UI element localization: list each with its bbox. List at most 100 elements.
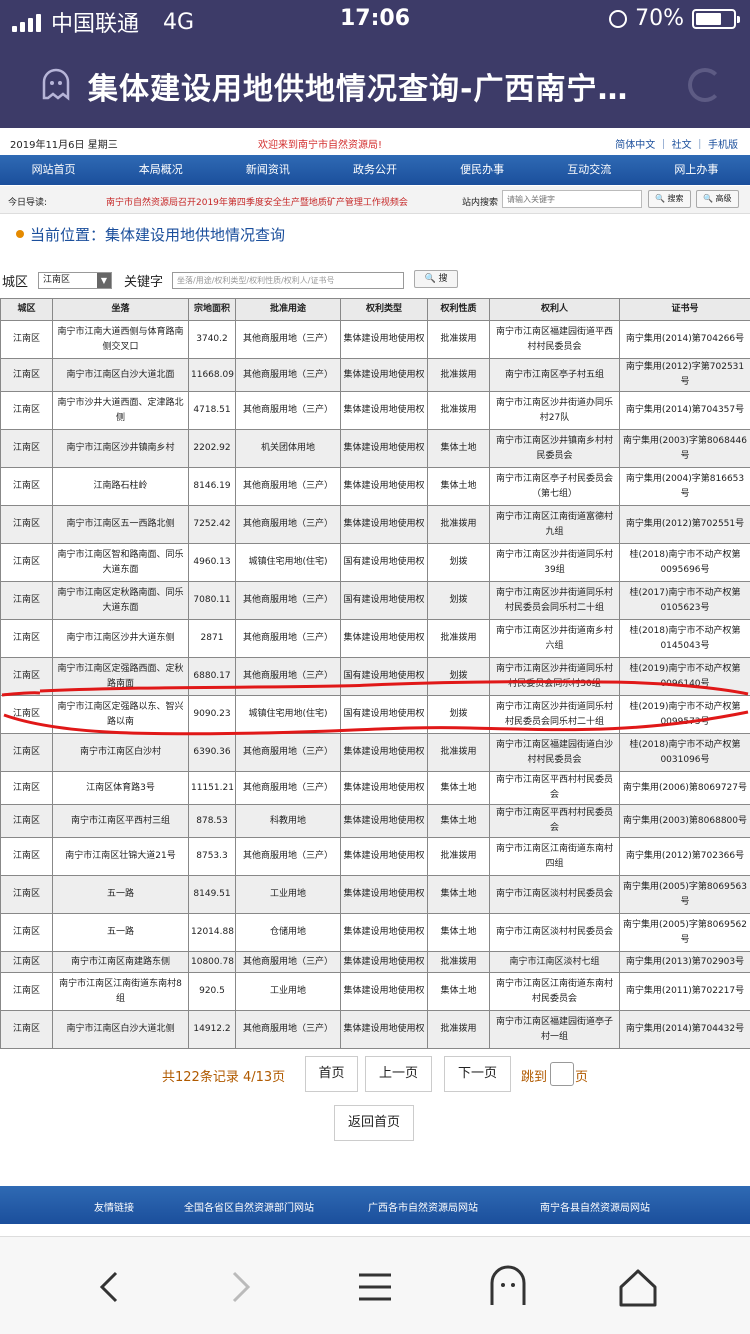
main-nav: 网站首页 本局概况 新闻资讯 政务公开 便民办事 互动交流 网上办事 <box>0 155 750 185</box>
table-row: 江南区 南宁市江南区南建路东侧 10800.78 其他商服用地（三产） 集体建设用地使用… <box>0 951 750 973</box>
first-page-button[interactable]: 首页 <box>305 1056 358 1092</box>
advanced-search-button[interactable]: 🔍 高级 <box>696 190 739 208</box>
table-cell: 南宁市江南区白沙大道北面 <box>52 358 189 392</box>
table-cell: 批准拨用 <box>427 733 490 772</box>
district-selected: 江南区 <box>43 275 71 285</box>
table-cell: 集体土地 <box>427 467 490 506</box>
table-cell: 2202.92 <box>188 429 236 468</box>
table-cell: 南宁集用(2005)字第8069563号 <box>619 875 750 914</box>
footer-link[interactable]: 友情链接 <box>94 1199 134 1214</box>
footer-link[interactable]: 南宁各县自然资源局网站 <box>540 1199 650 1214</box>
table-cell: 其他商服用地（三产） <box>235 505 341 544</box>
table-cell: 南宁市江南区淡村村民委员会 <box>489 913 620 952</box>
welcome-text: 欢迎来到南宁市自然资源局! <box>258 140 383 151</box>
table-row: 江南区 五一路 8149.51 工业用地 集体建设用地使用权 集体土地 南宁市江南区淡村村民… <box>0 875 750 914</box>
table-row: 江南区 南宁市江南大道西侧与体育路南侧交叉口 3740.2 其他商服用地（三产） 集体建… <box>0 320 750 359</box>
breadcrumb: 当前位置：集体建设用地供地情况查询 <box>16 224 285 245</box>
table-cell: 工业用地 <box>235 972 341 1011</box>
table-row: 江南区 江南路石柱岭 8146.19 其他商服用地（三产） 集体建设用地使用权 集体土地南… <box>0 467 750 506</box>
filter-search-button[interactable]: 🔍 搜 <box>414 270 458 288</box>
table-cell: 集体土地 <box>427 804 490 838</box>
language-links[interactable]: 简体中文 ｜ 社文 ｜ 手机版 <box>615 136 738 151</box>
table-cell: 6880.17 <box>188 657 236 696</box>
table-cell: 11151.21 <box>188 771 236 805</box>
table-cell: 南宁市江南区壮锦大道21号 <box>52 837 189 876</box>
column-header: 证书号 <box>619 298 750 321</box>
nav-online[interactable]: 网上办事 <box>643 155 750 185</box>
nav-public[interactable]: 政务公开 <box>321 155 428 185</box>
nav-about[interactable]: 本局概况 <box>107 155 214 185</box>
nav-interact[interactable]: 互动交流 <box>536 155 643 185</box>
ghost-icon <box>42 68 70 101</box>
jump-page-input[interactable] <box>550 1062 574 1086</box>
table-cell: 南宁集用(2005)字第8069562号 <box>619 913 750 952</box>
table-cell: 南宁集用(2003)第8068800号 <box>619 804 750 838</box>
table-cell: 其他商服用地（三产） <box>235 771 341 805</box>
table-cell: 其他商服用地（三产） <box>235 1010 341 1049</box>
table-cell: 桂(2018)南宁市不动产权第0095696号 <box>619 543 750 582</box>
column-header: 批准用途 <box>235 298 341 321</box>
date-text: 2019年11月6日 星期三 <box>10 140 118 151</box>
table-cell: 批准拨用 <box>427 1010 490 1049</box>
site-search-input[interactable] <box>502 190 642 208</box>
filter-bar: 城区 江南区 ▼ 关键字 坐落/用途/权利类型/权利性质/权利人/证书号 🔍 搜 <box>0 268 750 292</box>
page-title: 集体建设用地供地情况查询-广西南宁… <box>88 72 629 107</box>
table-cell: 南宁集用(2004)字第816653号 <box>619 467 750 506</box>
table-cell: 江南区 <box>0 467 53 506</box>
today-guide-bar: 今日导读: 南宁市自然资源局召开2019年第四季度安全生产暨地质矿产管理工作视频… <box>0 186 750 214</box>
site-search-button[interactable]: 🔍 搜索 <box>648 190 691 208</box>
ghost-tab-icon[interactable] <box>486 1265 530 1309</box>
table-cell: 南宁市江南区福建园街道亭子村一组 <box>489 1010 620 1049</box>
back-arrow-icon[interactable] <box>88 1265 132 1309</box>
forward-arrow-icon[interactable] <box>218 1265 262 1309</box>
table-cell: 批准拨用 <box>427 505 490 544</box>
footer-link[interactable]: 全国各省区自然资源部门网站 <box>184 1199 314 1214</box>
table-cell: 桂(2018)南宁市不动产权第0031096号 <box>619 733 750 772</box>
table-cell: 其他商服用地（三产） <box>235 657 341 696</box>
keyword-input[interactable]: 坐落/用途/权利类型/权利性质/权利人/证书号 <box>172 272 404 289</box>
table-row: 江南区 南宁市江南区智和路南面、同乐大道东面 4960.13 城镇住宅用地(住宅) 国有… <box>0 543 750 582</box>
table-row: 江南区 南宁市江南区定秋路南面、同乐大道东面 7080.11 其他商服用地（三产） 国有… <box>0 581 750 620</box>
guide-news-link[interactable]: 南宁市自然资源局召开2019年第四季度安全生产暨地质矿产管理工作视频会 <box>106 195 408 208</box>
column-header: 权利性质 <box>427 298 490 321</box>
menu-icon[interactable] <box>353 1265 397 1309</box>
back-home-button[interactable]: 返回首页 <box>334 1105 414 1141</box>
table-cell: 五一路 <box>52 875 189 914</box>
reload-icon[interactable] <box>688 68 722 102</box>
column-header: 宗地面积 <box>188 298 236 321</box>
table-row: 江南区 南宁市沙井大道西面、定津路北侧 4718.51 其他商服用地（三产） 集体建设用… <box>0 391 750 430</box>
district-select[interactable]: 江南区 ▼ <box>38 272 112 289</box>
table-cell: 南宁市江南区沙井街道同乐村39组 <box>489 543 620 582</box>
alarm-icon <box>609 9 628 28</box>
table-cell: 南宁市江南区江南街道东南村8组 <box>52 972 189 1011</box>
table-cell: 其他商服用地（三产） <box>235 581 341 620</box>
table-cell: 批准拨用 <box>427 391 490 430</box>
footer-link[interactable]: 广西各市自然资源局网站 <box>368 1199 478 1214</box>
table-cell: 江南区 <box>0 358 53 392</box>
table-cell: 集体建设用地使用权 <box>340 505 428 544</box>
prev-page-button[interactable]: 上一页 <box>365 1056 432 1092</box>
search-icon: 🔍 <box>703 194 713 203</box>
table-cell: 集体建设用地使用权 <box>340 837 428 876</box>
next-page-button[interactable]: 下一页 <box>444 1056 511 1092</box>
home-icon[interactable] <box>616 1265 660 1309</box>
table-cell: 南宁市江南区福建园街道平西村村民委员会 <box>489 320 620 359</box>
district-label: 城区 <box>2 275 29 290</box>
filter-search-label: 搜 <box>438 274 448 284</box>
nav-home[interactable]: 网站首页 <box>0 155 107 185</box>
table-cell: 批准拨用 <box>427 837 490 876</box>
table-cell: 科教用地 <box>235 804 341 838</box>
table-cell: 五一路 <box>52 913 189 952</box>
nav-news[interactable]: 新闻资讯 <box>214 155 321 185</box>
table-cell: 批准拨用 <box>427 619 490 658</box>
table-cell: 划拨 <box>427 695 490 734</box>
site-search-button-label: 搜索 <box>667 194 684 203</box>
top-info-bar: 2019年11月6日 星期三 欢迎来到南宁市自然资源局! 简体中文 ｜ 社文 ｜… <box>0 128 750 152</box>
nav-services[interactable]: 便民办事 <box>429 155 536 185</box>
table-cell: 国有建设用地使用权 <box>340 543 428 582</box>
status-bar: 中国联通 4G 17:06 70% <box>0 0 750 40</box>
table-cell: 集体土地 <box>427 875 490 914</box>
table-cell: 江南区 <box>0 951 53 973</box>
table-cell: 南宁市江南区平西村村民委员会 <box>489 771 620 805</box>
table-cell: 南宁集用(2012)第702551号 <box>619 505 750 544</box>
